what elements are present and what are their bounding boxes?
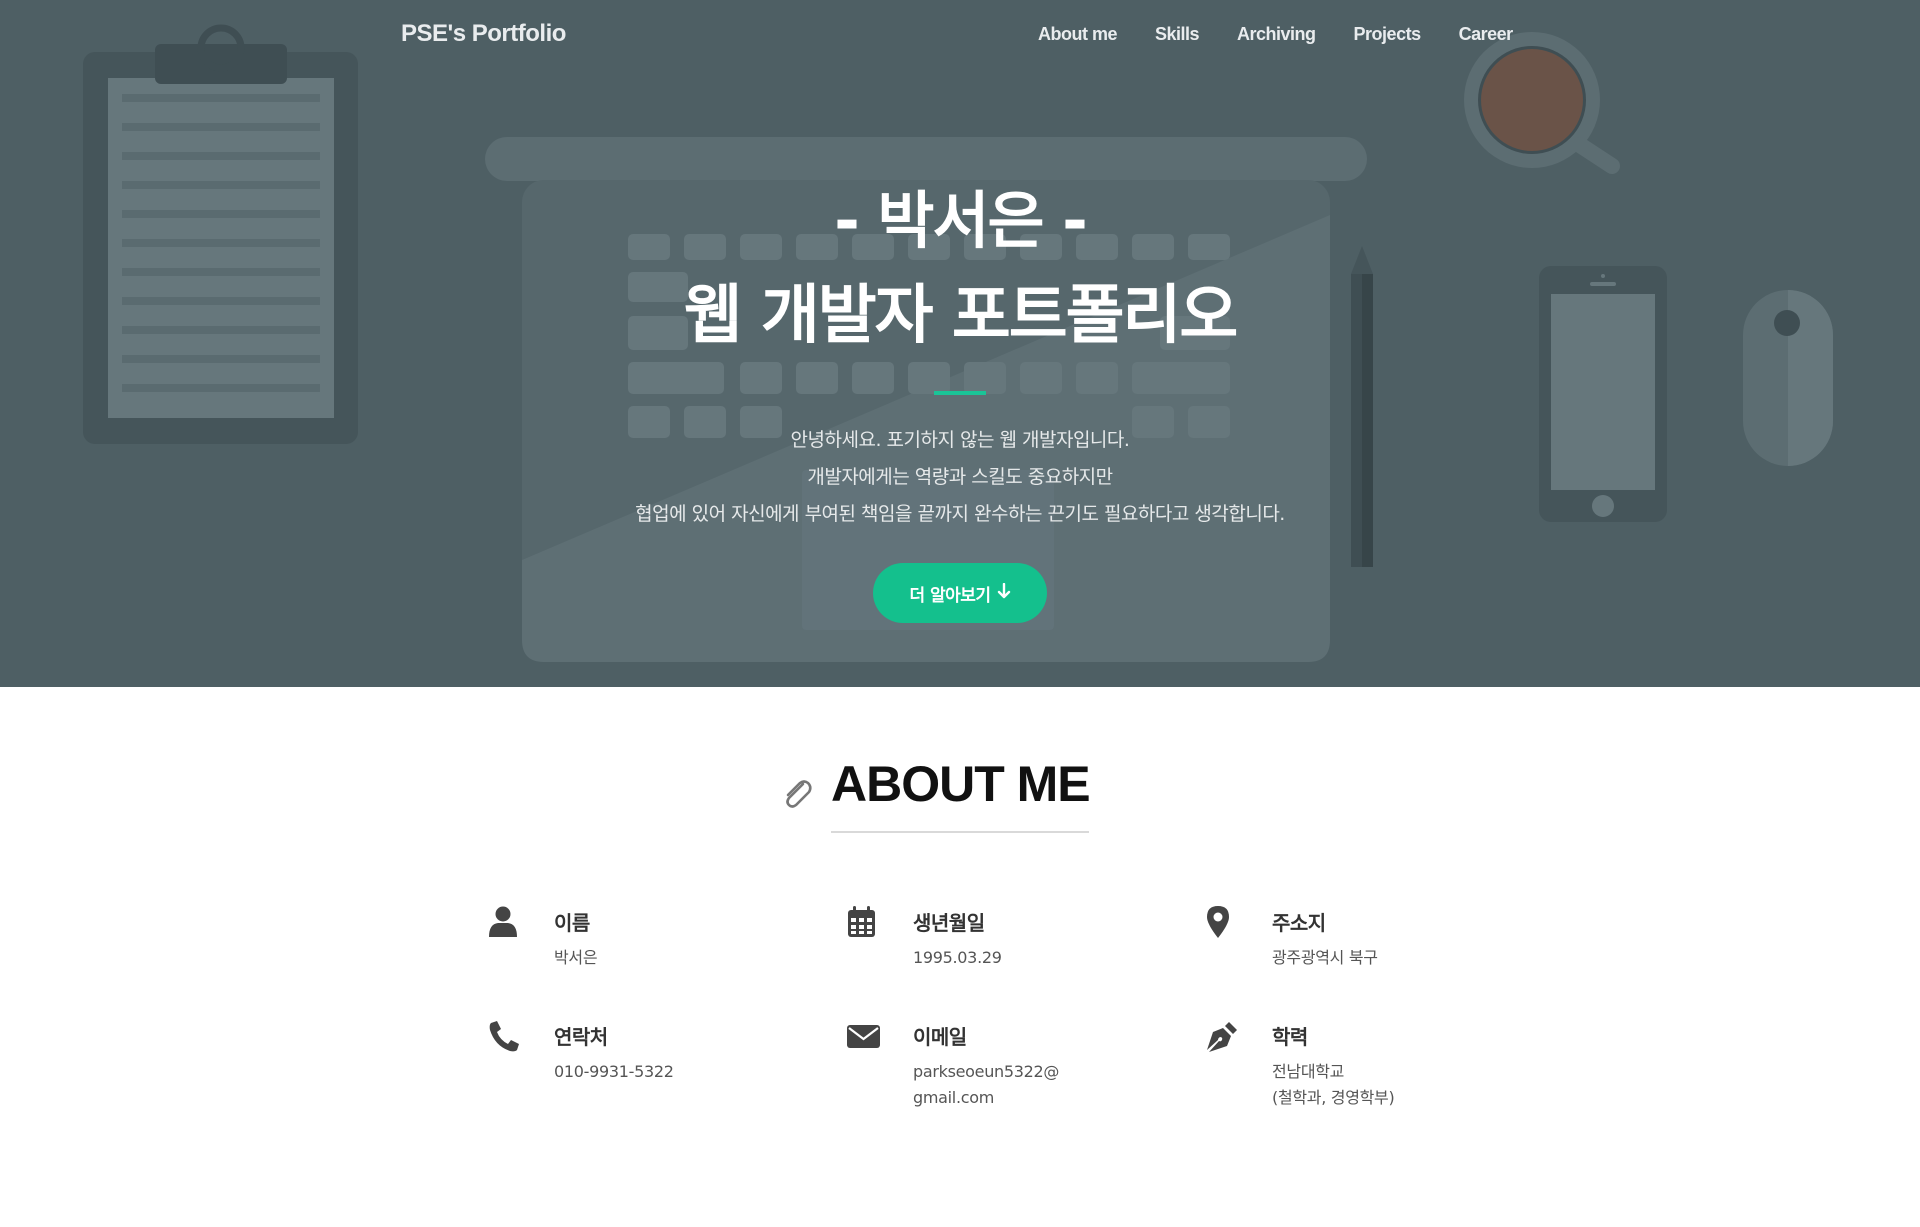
title-underline [831, 831, 1089, 833]
info-value: 1995.03.29 [913, 948, 1002, 967]
info-value: 박서은 [554, 948, 598, 967]
envelope-icon [847, 1025, 880, 1048]
learn-more-button[interactable]: 더 알아보기 [873, 563, 1047, 623]
calendar-icon [848, 906, 875, 937]
pen-nib-icon [1207, 1022, 1237, 1052]
paperclip-icon [786, 780, 812, 808]
nav-link-career[interactable]: Career [1459, 24, 1514, 45]
nav-link-about-me[interactable]: About me [1038, 24, 1118, 45]
info-label: 생년월일 [913, 911, 985, 935]
nav-link-archiving[interactable]: Archiving [1237, 24, 1316, 45]
info-value: 전남대학교 (철학과, 경영학부) [1272, 1059, 1395, 1111]
hero-subtitle: 웹 개발자 포트폴리오 [683, 279, 1238, 353]
phone-icon [489, 1021, 519, 1052]
brand-logo-text[interactable]: PSE's Portfolio [401, 20, 566, 48]
info-education: 학력 전남대학교 (철학과, 경영학부) [1206, 1019, 1506, 1109]
hero-intro-line: 협업에 있어 자신에게 부여된 책임을 끝까지 완수하는 끈기도 필요하다고 생… [635, 503, 1285, 525]
nav-link-skills[interactable]: Skills [1155, 24, 1200, 45]
info-label: 이름 [554, 911, 590, 935]
info-label: 연락처 [554, 1025, 608, 1049]
map-marker-icon [1207, 906, 1229, 938]
info-value-line: (철학과, 경영학부) [1272, 1088, 1395, 1107]
info-value: 010-9931-5322 [554, 1062, 674, 1081]
info-value-line: gmail.com [913, 1088, 994, 1107]
nav-links: About me Skills Archiving Projects Caree… [1038, 24, 1551, 45]
hero-divider [934, 391, 986, 395]
hero-name-title: - 박서은 - [834, 184, 1088, 257]
hero-intro-line: 개발자에게는 역량과 스킬도 중요하지만 [807, 466, 1113, 488]
info-email: 이메일 parkseoeun5322@ gmail.com [847, 1019, 1147, 1109]
top-navbar: PSE's Portfolio About me Skills Archivin… [0, 0, 1920, 72]
info-value: 광주광역시 북구 [1272, 948, 1378, 967]
info-label: 주소지 [1272, 911, 1326, 935]
user-icon [489, 906, 517, 937]
info-value-line: parkseoeun5322@ [913, 1062, 1060, 1081]
info-birthdate: 생년월일 1995.03.29 [847, 905, 1147, 975]
info-value-line: 전남대학교 [1272, 1062, 1345, 1081]
arrow-down-icon [997, 582, 1011, 604]
info-phone: 연락처 010-9931-5322 [488, 1019, 788, 1089]
hero-section: PSE's Portfolio About me Skills Archivin… [0, 0, 1920, 687]
nav-link-projects[interactable]: Projects [1354, 24, 1422, 45]
learn-more-label: 더 알아보기 [909, 585, 991, 606]
hero-intro: 안녕하세요. 포기하지 않는 웹 개발자입니다. 개발자에게는 역량과 스킬도 … [0, 422, 1920, 533]
info-address: 주소지 광주광역시 북구 [1206, 905, 1506, 975]
about-me-section: ABOUT ME 이름 박서은 생년월일 1995.03.29 주소지 광주광역… [0, 687, 1920, 1227]
section-title: ABOUT ME [831, 756, 1091, 812]
info-label: 이메일 [913, 1025, 967, 1049]
info-value: parkseoeun5322@ gmail.com [913, 1059, 1059, 1111]
info-name: 이름 박서은 [488, 905, 788, 975]
info-label: 학력 [1272, 1025, 1308, 1049]
hero-intro-line: 안녕하세요. 포기하지 않는 웹 개발자입니다. [790, 429, 1130, 451]
